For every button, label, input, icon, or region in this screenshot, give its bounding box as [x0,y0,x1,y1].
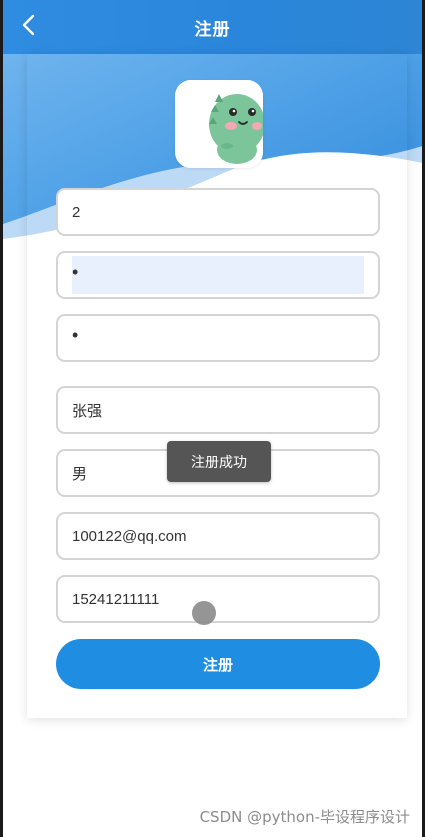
page-title: 注册 [194,19,231,40]
phone-field[interactable]: 15241211111 [56,575,380,623]
toast-message: 注册成功 [191,454,247,471]
email-field[interactable]: 100122@qq.com [56,512,380,560]
touch-indicator [192,601,216,625]
confirm-password-field[interactable]: • [56,314,380,362]
register-button[interactable]: 注册 [56,639,380,689]
dinosaur-mascot-icon [175,80,263,168]
username-value: 2 [72,203,81,221]
confirm-password-value: • [72,325,79,345]
chevron-left-icon [21,14,35,40]
password-value: • [72,262,79,282]
phone-value: 15241211111 [72,590,160,608]
back-button[interactable] [13,12,43,42]
gender-value: 男 [72,465,88,483]
email-value: 100122@qq.com [72,527,187,545]
autofill-highlight [72,256,364,294]
password-field[interactable]: • [56,251,380,299]
success-toast: 注册成功 [167,441,271,482]
header-bar: 注册 [3,0,422,54]
register-button-label: 注册 [202,655,233,674]
register-screen: 注册 2 • • 张强 男 100122@qq.com 15241211111 … [0,0,425,837]
watermark: CSDN @python-毕设程序设计 [199,808,410,826]
username-field[interactable]: 2 [56,188,380,236]
avatar [175,80,263,168]
name-field[interactable]: 张强 [56,386,380,434]
name-value: 张强 [72,402,103,420]
